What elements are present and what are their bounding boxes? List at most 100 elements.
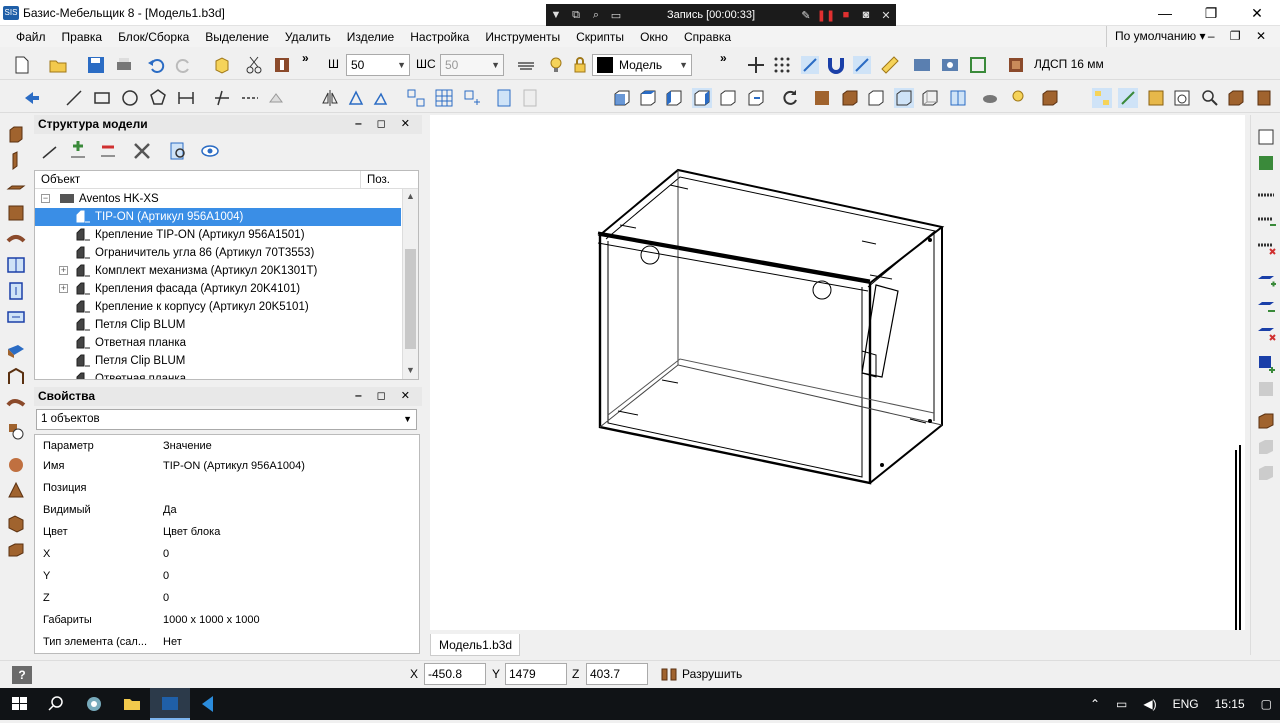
tray-arrow-icon[interactable]: ⌃ — [1090, 697, 1100, 711]
book-disabled-2-icon[interactable] — [1256, 463, 1276, 483]
toolbar-more-1[interactable]: » — [302, 51, 309, 65]
import-icon[interactable] — [520, 88, 540, 108]
print-icon[interactable] — [114, 55, 134, 75]
library-icon[interactable] — [1226, 88, 1246, 108]
panel-horizontal-icon[interactable] — [6, 177, 26, 197]
language-indicator[interactable]: ENG — [1173, 697, 1199, 711]
menu-edit[interactable]: Правка — [54, 30, 111, 44]
menu-help[interactable]: Справка — [676, 30, 739, 44]
property-value[interactable]: Да — [163, 499, 177, 521]
grid-dots-icon[interactable] — [772, 55, 792, 75]
snap-line-icon[interactable] — [852, 55, 872, 75]
window-icon[interactable]: ⧉ — [566, 9, 586, 22]
render-wire-icon[interactable] — [894, 88, 914, 108]
preview-icon[interactable] — [168, 141, 188, 161]
help-icon[interactable]: ? — [12, 666, 32, 684]
property-value[interactable]: Нет — [163, 631, 182, 653]
save-icon[interactable] — [86, 55, 106, 75]
refresh-icon[interactable] — [780, 88, 800, 108]
export-icon[interactable] — [494, 88, 514, 108]
z-field[interactable]: 403.7 — [586, 663, 648, 685]
stack-icon[interactable] — [6, 539, 26, 559]
properties-window-buttons[interactable]: ‒ ◻ ✕ — [355, 387, 416, 406]
close-button[interactable]: ✕ — [1234, 0, 1280, 26]
panel-front-icon[interactable] — [6, 125, 26, 145]
render-section-icon[interactable] — [948, 88, 968, 108]
view-top-icon[interactable] — [638, 88, 658, 108]
panel-window-buttons[interactable]: ‒ ◻ ✕ — [355, 115, 416, 134]
visibility-icon[interactable] — [200, 141, 220, 161]
volume-icon[interactable]: ◀) — [1143, 697, 1156, 711]
line-icon[interactable] — [64, 88, 84, 108]
material-icon[interactable] — [1006, 55, 1026, 75]
tree-item[interactable]: Ответная планка — [35, 370, 186, 379]
camera-view-icon[interactable] — [980, 88, 1000, 108]
panel-curved-icon[interactable] — [6, 229, 26, 249]
col-object[interactable]: Объект — [41, 171, 80, 189]
ruler-icon[interactable] — [880, 55, 900, 75]
render-hidden-icon[interactable] — [866, 88, 886, 108]
property-row[interactable]: X0 — [35, 543, 419, 565]
property-value[interactable]: Цвет блока — [163, 521, 220, 543]
scroll-down-icon[interactable]: ▼ — [406, 365, 415, 375]
circle-icon[interactable] — [120, 88, 140, 108]
collapse-tree-icon[interactable] — [40, 142, 60, 162]
x-field[interactable]: -450.8 — [424, 663, 486, 685]
menu-file[interactable]: Файл — [0, 30, 54, 44]
render-transparent-icon[interactable] — [920, 88, 940, 108]
sphere-icon[interactable] — [6, 455, 26, 475]
box-add-icon[interactable] — [1256, 353, 1276, 373]
profile-dropdown[interactable]: По умолчанию ▾ — [1106, 26, 1214, 47]
network-icon[interactable]: ▭ — [1116, 697, 1127, 711]
camera-icon[interactable]: ◙ — [856, 9, 876, 21]
width-combo[interactable]: 50 ▼ — [346, 54, 410, 76]
box-disabled-icon[interactable] — [1256, 379, 1276, 399]
menu-settings[interactable]: Настройка — [402, 30, 477, 44]
pyramid-icon[interactable] — [6, 481, 26, 501]
bulb-icon[interactable] — [546, 55, 566, 75]
spring-add-icon[interactable] — [1256, 211, 1276, 231]
polygon-icon[interactable] — [148, 88, 168, 108]
new-block-icon[interactable] — [1256, 127, 1276, 147]
view-fit-icon[interactable] — [968, 55, 988, 75]
tree-view-icon[interactable] — [1092, 88, 1112, 108]
move-copy-icon[interactable] — [462, 88, 482, 108]
col-position[interactable]: Поз. — [360, 171, 400, 189]
spring-icon[interactable] — [1256, 185, 1276, 205]
menu-product[interactable]: Изделие — [339, 30, 403, 44]
array-icon[interactable] — [406, 88, 426, 108]
model-viewport[interactable] — [430, 115, 1245, 630]
y-field[interactable]: 1479 — [505, 663, 567, 685]
tree-item[interactable]: TIP-ON (Артикул 956A1004) — [35, 208, 401, 226]
view-tool-icon[interactable] — [912, 55, 932, 75]
recorder-close-icon[interactable]: ✕ — [876, 9, 896, 22]
shelf-remove-icon[interactable] — [1256, 323, 1276, 343]
tree-root[interactable]: − Aventos HK-XS — [41, 190, 159, 208]
vscode-icon[interactable] — [188, 688, 228, 720]
cut-icon[interactable] — [244, 55, 264, 75]
facade-icon[interactable] — [6, 255, 26, 275]
view-mode-combo[interactable]: Модель ▼ — [592, 54, 692, 76]
document-tab[interactable]: Модель1.b3d — [430, 634, 520, 656]
menu-selection[interactable]: Выделение — [197, 30, 277, 44]
view-front-icon[interactable] — [612, 88, 632, 108]
property-value[interactable]: 0 — [163, 565, 169, 587]
extrude-icon[interactable] — [6, 513, 26, 533]
shelf-add-icon[interactable] — [1256, 271, 1276, 291]
tree-item[interactable]: + Комплект механизма (Артикул 20K1301T) — [35, 262, 317, 280]
menu-block[interactable]: Блок/Сборка — [110, 30, 197, 44]
drill-icon[interactable] — [6, 421, 26, 441]
cabinet-view-icon[interactable] — [1146, 88, 1166, 108]
dimension-icon[interactable] — [176, 88, 196, 108]
layers-icon[interactable] — [516, 55, 536, 75]
drawer-icon[interactable] — [6, 307, 26, 327]
open-folder-icon[interactable] — [48, 55, 68, 75]
grid-array-icon[interactable] — [434, 88, 454, 108]
tree-item[interactable]: Ограничитель угла 86 (Артикул 70T3553) — [35, 244, 314, 262]
tree-item[interactable]: Петля Clip BLUM — [35, 352, 185, 370]
tree-expander[interactable]: − — [41, 194, 50, 203]
magnet-icon[interactable] — [826, 55, 846, 75]
menu-delete[interactable]: Удалить — [277, 30, 339, 44]
mirror-icon[interactable] — [320, 88, 340, 108]
rotate-shape-icon[interactable] — [346, 88, 366, 108]
